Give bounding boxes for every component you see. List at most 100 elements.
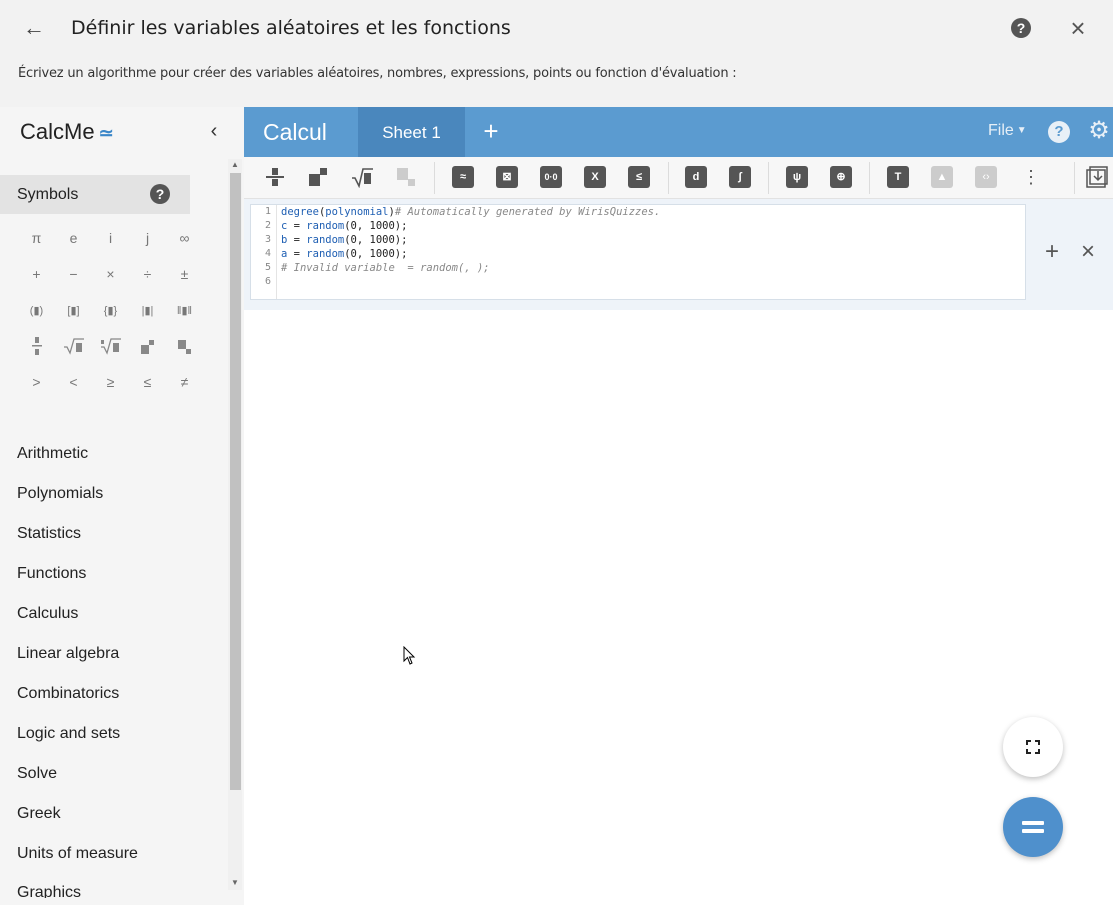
category-linear-algebra[interactable]: Linear algebra <box>17 642 217 682</box>
dialog-title: Définir les variables aléatoires et les … <box>71 17 511 39</box>
inequality-tool-icon[interactable]: ≤ <box>628 166 650 188</box>
sqrt-tool-icon[interactable] <box>351 166 373 189</box>
derivative-tool-icon[interactable]: d <box>685 166 707 188</box>
close-icon[interactable]: × <box>1066 14 1090 42</box>
image-tool-icon[interactable]: ▲ <box>931 166 953 188</box>
category-units-of-measure[interactable]: Units of measure <box>17 842 217 882</box>
calcme-logo: CalcMe ≃ <box>20 119 114 144</box>
fullscreen-button[interactable] <box>1003 717 1063 777</box>
symbol-e[interactable]: e <box>55 230 92 246</box>
symbol-braces[interactable]: {▮} <box>92 304 129 317</box>
arrow-left-icon[interactable]: ← <box>20 14 48 42</box>
calc-block: 1 2 3 4 5 6 degree(polynomial)# Automati… <box>244 199 1113 310</box>
remove-block-button[interactable]: × <box>1077 239 1099 265</box>
calc-title: Calcul <box>263 119 327 145</box>
fullscreen-icon <box>1026 740 1040 754</box>
toolbar-separator <box>434 162 435 194</box>
gear-icon[interactable]: ⚙ <box>1086 118 1112 144</box>
symbol-not-equal[interactable]: ≠ <box>166 374 203 390</box>
category-logic-and-sets[interactable]: Logic and sets <box>17 722 217 762</box>
line-number-gutter: 1 2 3 4 5 6 <box>251 205 277 299</box>
symbols-label: Symbols <box>17 186 79 203</box>
solve-tool-icon[interactable]: X <box>584 166 606 188</box>
more-options-icon[interactable]: ⋮ <box>1020 166 1042 188</box>
insert-block-icon[interactable] <box>1086 166 1108 188</box>
category-solve[interactable]: Solve <box>17 762 217 802</box>
power-tool-icon[interactable] <box>307 166 329 188</box>
category-combinatorics[interactable]: Combinatorics <box>17 682 217 722</box>
category-calculus[interactable]: Calculus <box>17 602 217 642</box>
toolbar-separator <box>668 162 669 194</box>
symbol-pi[interactable]: π <box>18 230 55 246</box>
category-polynomials[interactable]: Polynomials <box>17 482 217 522</box>
subscript-tool-icon[interactable] <box>395 166 417 188</box>
code-line: a = random(0, 1000); <box>281 248 408 260</box>
symbol-i[interactable]: i <box>92 230 129 246</box>
approx-tool-icon[interactable]: ≈ <box>452 166 474 188</box>
range-tool-icon[interactable]: 0·0 <box>540 166 562 188</box>
symbol-greater-equal[interactable]: ≥ <box>92 374 129 390</box>
fraction-tool-icon[interactable] <box>264 166 286 188</box>
function-plot-tool-icon[interactable]: ψ <box>786 166 808 188</box>
sidebar: CalcMe ≃ ‹ ▲ ▼ Symbols ? π e i j ∞ + − × … <box>0 107 244 905</box>
toolbar: ≈ ⊠ 0·0 X ≤ d ∫ ψ ⊕ T ▲ ‹› ⋮ <box>244 157 1113 199</box>
integral-tool-icon[interactable]: ∫ <box>729 166 751 188</box>
symbol-plus-minus[interactable]: ± <box>166 266 203 282</box>
category-list: Arithmetic Polynomials Statistics Functi… <box>17 442 217 882</box>
code-editor[interactable]: 1 2 3 4 5 6 degree(polynomial)# Automati… <box>250 204 1026 300</box>
symbol-divide[interactable]: ÷ <box>129 266 166 282</box>
dialog-header: ← Définir les variables aléatoires et le… <box>0 0 1113 107</box>
tab-sheet-1[interactable]: Sheet 1 <box>358 107 465 157</box>
sqrt-icon[interactable] <box>55 337 92 355</box>
simplify-tool-icon[interactable]: ⊠ <box>496 166 518 188</box>
symbol-norm[interactable]: ‖▮‖ <box>166 304 203 317</box>
symbol-less-equal[interactable]: ≤ <box>129 374 166 390</box>
symbol-parentheses[interactable]: (▮) <box>18 304 55 317</box>
toolbar-separator <box>768 162 769 194</box>
symbols-section-header[interactable]: Symbols ? <box>0 175 190 214</box>
file-menu[interactable]: File ▼ <box>988 122 1027 140</box>
add-sheet-button[interactable]: + <box>480 116 502 146</box>
code-lines[interactable]: degree(polynomial)# Automatically genera… <box>281 205 1021 289</box>
text-tool-icon[interactable]: T <box>887 166 909 188</box>
collapse-sidebar-icon[interactable]: ‹ <box>204 117 224 145</box>
subscript-icon[interactable] <box>166 337 203 354</box>
superscript-icon[interactable] <box>129 337 166 354</box>
symbols-help-icon[interactable]: ? <box>150 184 170 204</box>
category-statistics[interactable]: Statistics <box>17 522 217 562</box>
symbol-abs[interactable]: |▮| <box>129 304 166 317</box>
code-tool-icon[interactable]: ‹› <box>975 166 997 188</box>
dialog-subtitle: Écrivez un algorithme pour créer des var… <box>18 66 737 81</box>
symbol-plus[interactable]: + <box>18 266 55 282</box>
calc-help-icon[interactable]: ? <box>1048 121 1070 143</box>
code-line: degree(polynomial)# Automatically genera… <box>281 206 661 218</box>
symbol-infinity[interactable]: ∞ <box>166 230 203 246</box>
toolbar-separator <box>869 162 870 194</box>
symbol-greater[interactable]: > <box>18 374 55 390</box>
category-graphics[interactable]: Graphics <box>17 884 217 898</box>
mouse-cursor-icon <box>403 646 416 665</box>
calculate-button[interactable] <box>1003 797 1063 857</box>
symbol-j[interactable]: j <box>129 230 166 246</box>
symbol-times[interactable]: × <box>92 266 129 282</box>
symbol-brackets[interactable]: [▮] <box>55 304 92 317</box>
category-arithmetic[interactable]: Arithmetic <box>17 442 217 482</box>
code-line: b = random(0, 1000); <box>281 234 408 246</box>
scroll-up-arrow-icon[interactable]: ▲ <box>229 159 241 171</box>
calc-topbar: Calcul Sheet 1 + File ▼ ? ⚙ <box>244 107 1113 157</box>
graph-tool-icon[interactable]: ⊕ <box>830 166 852 188</box>
symbol-less[interactable]: < <box>55 374 92 390</box>
app-window: ← Définir les variables aléatoires et le… <box>0 0 1113 905</box>
fraction-icon[interactable] <box>18 336 55 356</box>
category-greek[interactable]: Greek <box>17 802 217 842</box>
category-functions[interactable]: Functions <box>17 562 217 602</box>
symbol-minus[interactable]: − <box>55 266 92 282</box>
nthroot-icon[interactable] <box>92 337 129 355</box>
scrollbar-thumb[interactable] <box>230 173 241 790</box>
equals-icon <box>1022 821 1044 825</box>
add-block-button[interactable]: + <box>1041 239 1063 265</box>
scroll-down-arrow-icon[interactable]: ▼ <box>229 877 241 889</box>
help-icon[interactable]: ? <box>1011 18 1031 38</box>
code-line: # Invalid variable = random(, ); <box>281 262 490 274</box>
